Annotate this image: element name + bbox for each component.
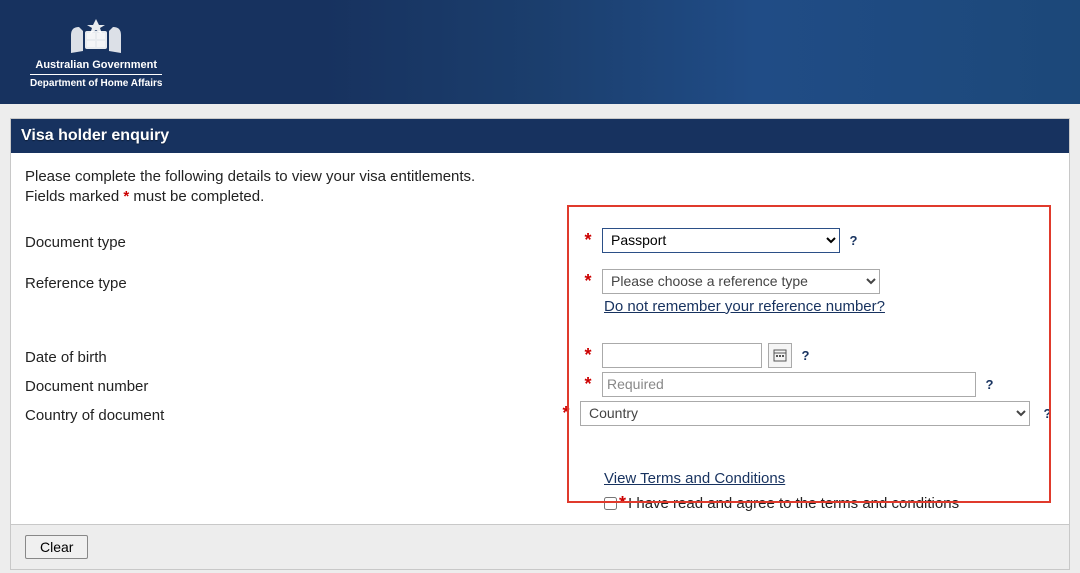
help-icon[interactable]: ? (798, 348, 813, 363)
required-marker: * (580, 374, 596, 395)
government-logo-block: Australian Government Department of Home… (30, 15, 162, 89)
required-marker: * (619, 493, 626, 514)
reference-type-label: Reference type (25, 271, 580, 292)
terms-checkbox-label: I have read and agree to the terms and c… (628, 495, 959, 512)
terms-checkbox[interactable] (604, 497, 617, 510)
intro-line2: Fields marked * must be completed. (25, 187, 1055, 207)
clear-button[interactable]: Clear (25, 535, 88, 559)
country-select[interactable]: Country (580, 401, 1030, 426)
enquiry-panel: Visa holder enquiry Please complete the … (10, 118, 1070, 570)
help-icon[interactable]: ? (982, 377, 997, 392)
date-of-birth-input[interactable] (602, 343, 762, 368)
reference-type-select[interactable]: Please choose a reference type (602, 269, 880, 294)
required-marker: * (580, 230, 596, 251)
form-footer: Clear (11, 524, 1069, 569)
forgot-reference-link[interactable]: Do not remember your reference number? (604, 298, 885, 315)
department-name: Department of Home Affairs (30, 74, 162, 89)
document-number-input[interactable] (602, 372, 976, 397)
terms-link[interactable]: View Terms and Conditions (604, 470, 785, 487)
document-type-label: Document type (25, 230, 580, 251)
app-header: Australian Government Department of Home… (0, 0, 1080, 104)
intro-text: Please complete the following details to… (25, 167, 1055, 208)
calendar-button[interactable] (768, 343, 792, 368)
document-type-select[interactable]: Passport (602, 228, 840, 253)
calendar-icon (773, 348, 787, 362)
document-number-label: Document number (25, 374, 580, 395)
country-label: Country of document (25, 403, 558, 424)
panel-title: Visa holder enquiry (11, 119, 1069, 153)
required-marker: * (558, 403, 574, 424)
coat-of-arms-icon (61, 15, 131, 57)
date-of-birth-label: Date of birth (25, 345, 580, 366)
help-icon[interactable]: ? (846, 233, 861, 248)
required-marker: * (580, 345, 596, 366)
required-marker: * (580, 271, 596, 292)
government-name: Australian Government (35, 59, 157, 71)
intro-line1: Please complete the following details to… (25, 167, 1055, 187)
help-icon[interactable]: ? (1040, 406, 1055, 421)
